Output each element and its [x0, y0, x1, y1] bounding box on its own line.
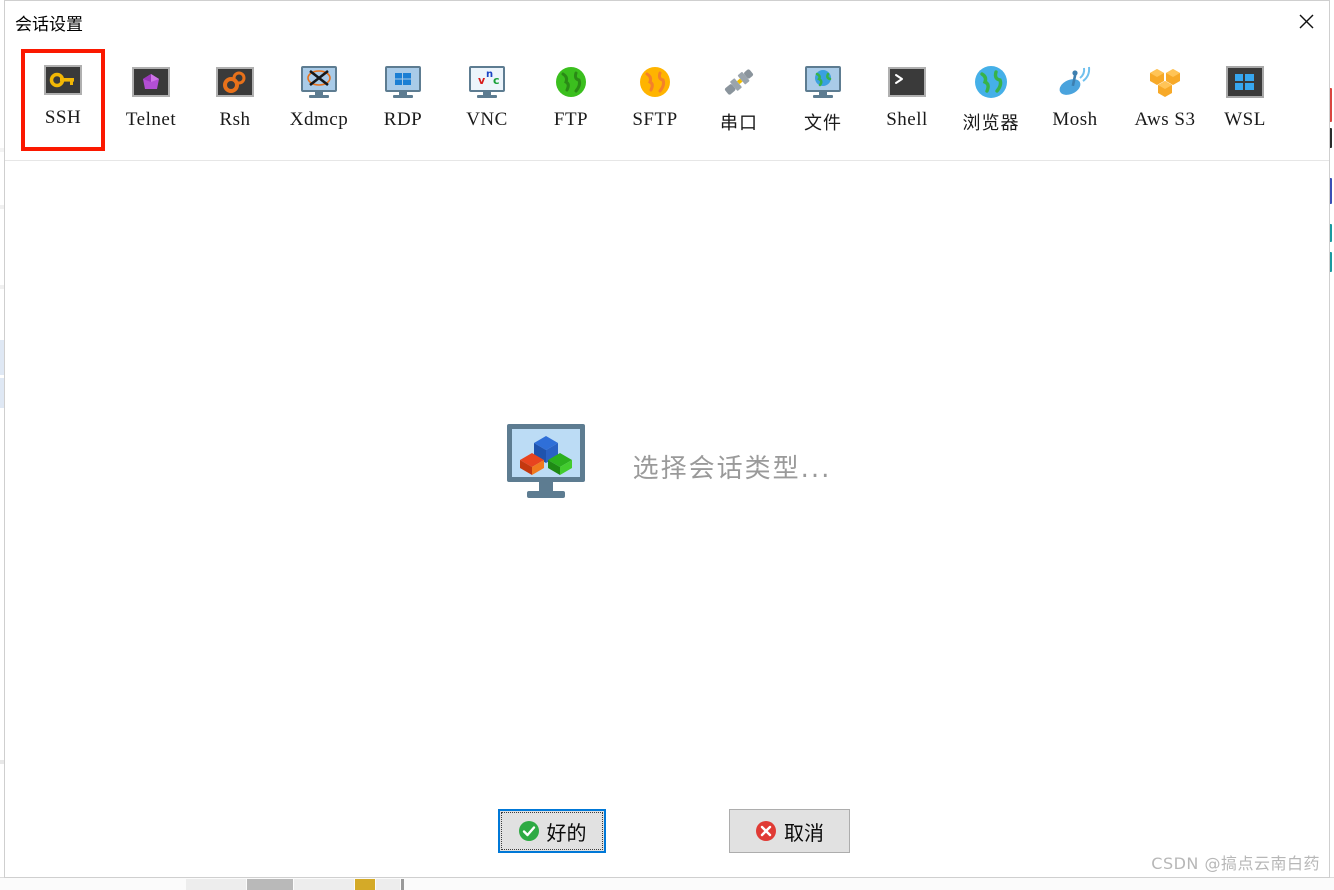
session-type-label: VNC — [466, 109, 508, 130]
rdp-windows-monitor-icon — [382, 61, 424, 103]
session-type-label: 文件 — [804, 113, 842, 134]
session-type-label: Xdmcp — [289, 109, 349, 130]
ok-button[interactable]: 好的 — [498, 809, 606, 853]
shell-terminal-icon — [886, 61, 928, 103]
session-type-ssh[interactable]: SSH — [21, 49, 105, 151]
cancel-button-label: 取消 — [784, 820, 824, 845]
placeholder-text: 选择会话类型... — [632, 453, 832, 484]
cancel-button[interactable]: 取消 — [729, 809, 850, 853]
session-type-telnet[interactable]: Telnet — [109, 53, 193, 149]
xdmcp-monitor-icon — [298, 61, 340, 103]
session-type-ftp[interactable]: FTP — [529, 53, 613, 149]
vnc-monitor-icon: v n c — [466, 61, 508, 103]
session-type-rdp[interactable]: RDP — [361, 53, 445, 149]
dialog-footer: 好的 取消 — [5, 801, 1329, 863]
background-taskbar-segment — [376, 879, 400, 890]
close-icon — [1299, 14, 1313, 28]
green-check-icon — [518, 821, 539, 841]
session-type-label: WSL — [1224, 109, 1266, 130]
session-type-label: SFTP — [632, 109, 678, 130]
session-type-shell[interactable]: Shell — [865, 53, 949, 149]
dialog-titlebar: 会话设置 — [5, 1, 1329, 41]
background-taskbar-segment — [294, 879, 354, 890]
session-type-label: RDP — [383, 109, 423, 130]
session-type-toolbar: SSH Telnet Rsh Xdmcp RDP v n c VNC FTP S… — [5, 41, 1329, 161]
ok-button-label: 好的 — [546, 820, 587, 845]
serial-plug-icon — [718, 61, 760, 103]
browser-globe-icon — [970, 61, 1012, 103]
session-type-vnc[interactable]: v n c VNC — [445, 53, 529, 149]
mosh-satellite-icon — [1054, 61, 1096, 103]
session-type-browser[interactable]: 浏览器 — [949, 53, 1033, 149]
wsl-windows-icon — [1224, 61, 1266, 103]
red-x-icon — [756, 821, 776, 841]
close-button[interactable] — [1283, 1, 1329, 41]
session-type-label: FTP — [553, 109, 589, 130]
session-type-mosh[interactable]: Mosh — [1033, 53, 1117, 149]
ftp-green-globe-icon — [550, 61, 592, 103]
file-monitor-globe-icon — [802, 61, 844, 103]
sftp-orange-globe-icon — [634, 61, 676, 103]
svg-text:v: v — [478, 74, 486, 87]
background-taskbar-segment — [186, 879, 246, 890]
session-type-sftp[interactable]: SFTP — [613, 53, 697, 149]
session-type-label: SSH — [44, 107, 82, 128]
session-type-label: Aws S3 — [1134, 109, 1196, 130]
aws-s3-cubes-icon — [1144, 61, 1186, 103]
background-taskbar-segment — [247, 879, 293, 890]
session-type-label: 串口 — [720, 113, 758, 134]
session-type-xdmcp[interactable]: Xdmcp — [277, 53, 361, 149]
dialog-title: 会话设置 — [15, 15, 83, 35]
session-type-aws-s3[interactable]: Aws S3 — [1117, 53, 1213, 149]
session-type-file[interactable]: 文件 — [781, 53, 865, 149]
background-taskbar — [0, 877, 1334, 890]
background-taskbar-segment — [355, 879, 375, 890]
ssh-key-icon — [42, 59, 84, 101]
session-type-label: 浏览器 — [962, 113, 1020, 134]
telnet-gem-icon — [130, 61, 172, 103]
session-type-label: Shell — [886, 109, 928, 130]
svg-text:c: c — [493, 74, 500, 87]
monitor-cubes-icon — [503, 422, 589, 511]
rsh-gears-icon — [214, 61, 256, 103]
session-type-label: Rsh — [219, 109, 251, 130]
session-type-rsh[interactable]: Rsh — [193, 53, 277, 149]
session-type-serial[interactable]: 串口 — [697, 53, 781, 149]
background-taskbar-segment — [401, 879, 404, 890]
watermark: CSDN @搞点云南白药 — [1151, 854, 1320, 873]
session-type-label: Telnet — [125, 109, 177, 130]
session-settings-dialog: 会话设置 SSH Telnet Rsh Xdmcp RDP v n c VNC … — [4, 0, 1330, 878]
session-type-label: Mosh — [1052, 109, 1098, 130]
session-preview-placeholder: 选择会话类型... — [5, 391, 1329, 541]
session-type-wsl[interactable]: WSL — [1203, 53, 1287, 149]
